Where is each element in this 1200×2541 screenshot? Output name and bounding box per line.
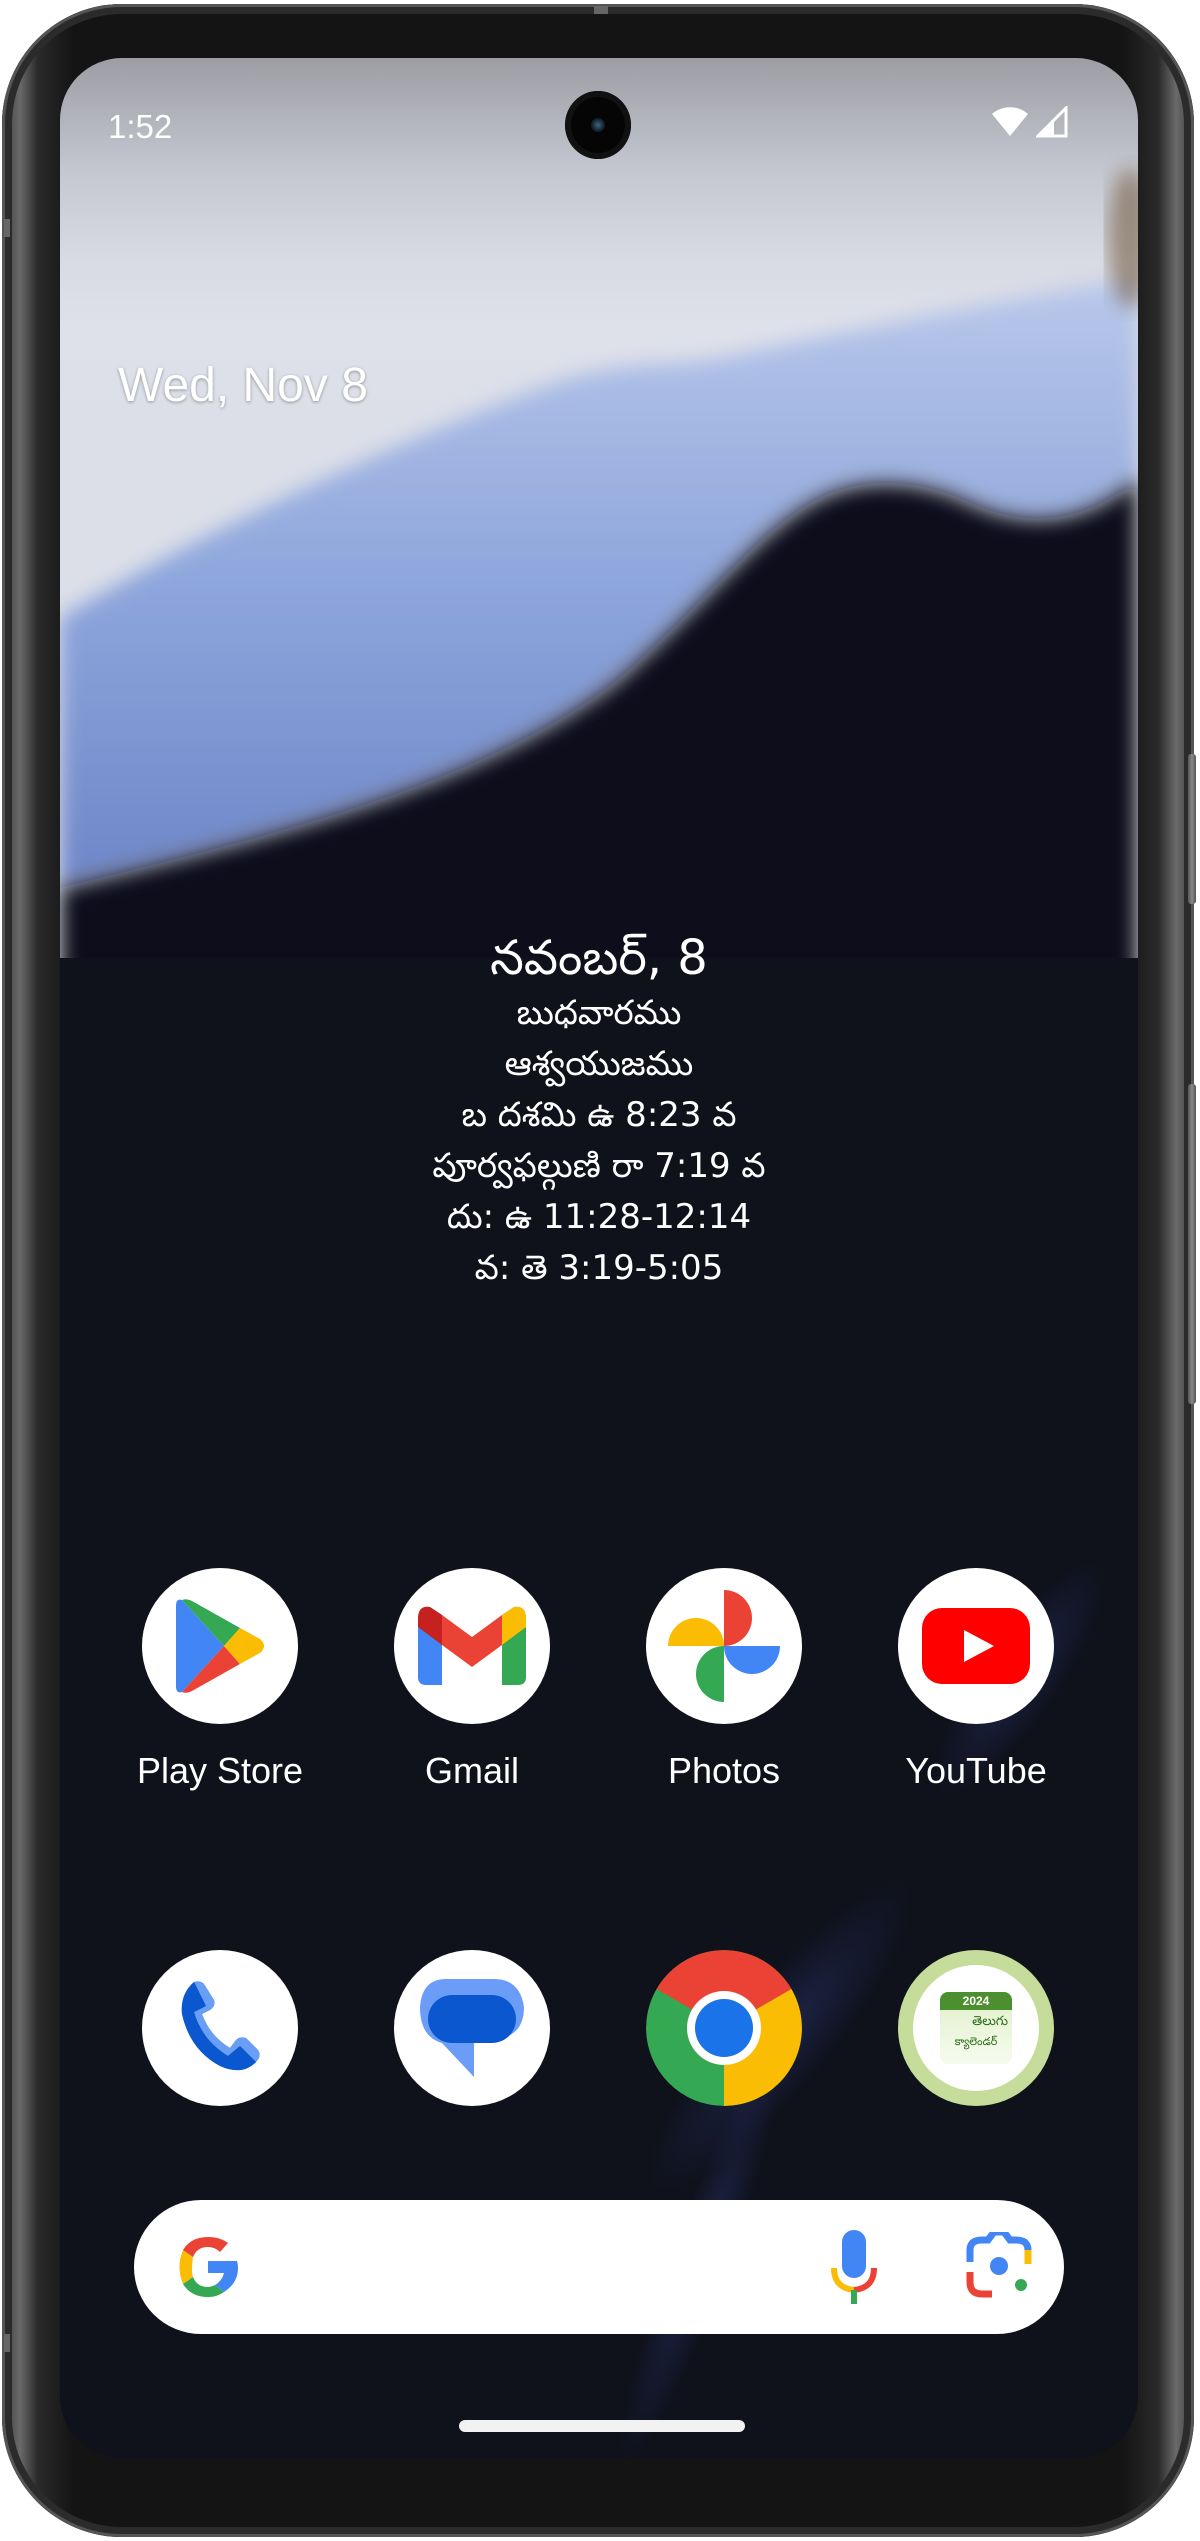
wifi-icon [992,107,1028,136]
gmail-icon [418,1606,526,1685]
gesture-nav-handle[interactable] [459,2420,745,2432]
home-screen: 1:52 Wed, Nov 8 నవంబర్, 8 బుధవారము ఆశ్వయ… [60,58,1138,2458]
app-gmail[interactable]: Gmail [372,1568,572,1792]
volume-button [1188,1084,1196,1404]
telugu-calendar-widget[interactable]: నవంబర్, 8 బుధవారము ఆశ్వయుజము బ దశమి ఉ 8:… [60,928,1138,1294]
widget-varjyam: వ: తె 3:19-5:05 [474,1248,724,1288]
app-phone[interactable] [120,1950,320,2106]
photos-icon [668,1590,780,1702]
app-messages[interactable] [372,1950,572,2106]
microphone-icon[interactable] [830,2230,878,2306]
app-telugu-calendar[interactable]: 2024 తెలుగు క్యాలెండర్ [876,1950,1076,2106]
phone-left-seam [4,2334,10,2352]
youtube-icon [922,1608,1030,1684]
app-youtube[interactable]: YouTube [876,1568,1076,1792]
status-bar-icons [990,106,1068,138]
app-label: Gmail [424,1750,519,1791]
power-button [1188,754,1196,904]
google-search-bar[interactable] [134,2200,1064,2334]
phone-left-seam [4,219,10,237]
calendar-badge-text: క్యాలెండర్ [954,2035,998,2048]
google-lens-icon[interactable] [966,2232,1032,2298]
app-label: YouTube [905,1750,1047,1791]
widget-nakshatra: పూర్వఫల్గుణి రా 7:19 వ [432,1146,766,1186]
telugu-calendar-icon: 2024 తెలుగు క్యాలెండర్ [913,1965,1039,2091]
messages-icon [420,1979,524,2077]
status-bar-time: 1:52 [108,108,173,145]
front-camera [565,91,631,159]
play-store-icon [176,1599,264,1693]
widget-tithi: బ దశమి ఉ 8:23 వ [461,1095,737,1135]
app-label: Play Store [136,1750,304,1791]
cellular-signal-icon [1036,106,1068,138]
phone-top-seam [594,6,608,14]
app-label: Photos [667,1750,781,1791]
app-photos[interactable]: Photos [624,1568,824,1792]
widget-title: నవంబర్, 8 [490,930,708,986]
phone-icon [181,1981,260,2071]
app-chrome[interactable] [624,1950,824,2106]
google-g-icon [179,2237,238,2297]
app-play-store[interactable]: Play Store [120,1568,320,1792]
widget-weekday: బుధవారము [516,993,682,1033]
widget-durmuhurtham: దు: ఉ 11:28-12:14 [446,1197,752,1237]
widget-month: ఆశ్వయుజము [504,1044,694,1084]
chrome-icon [646,1950,802,2106]
calendar-year-badge: 2024 [940,1992,1012,2010]
calendar-badge-text: తెలుగు [972,2014,1008,2029]
at-a-glance-date[interactable]: Wed, Nov 8 [118,358,368,413]
